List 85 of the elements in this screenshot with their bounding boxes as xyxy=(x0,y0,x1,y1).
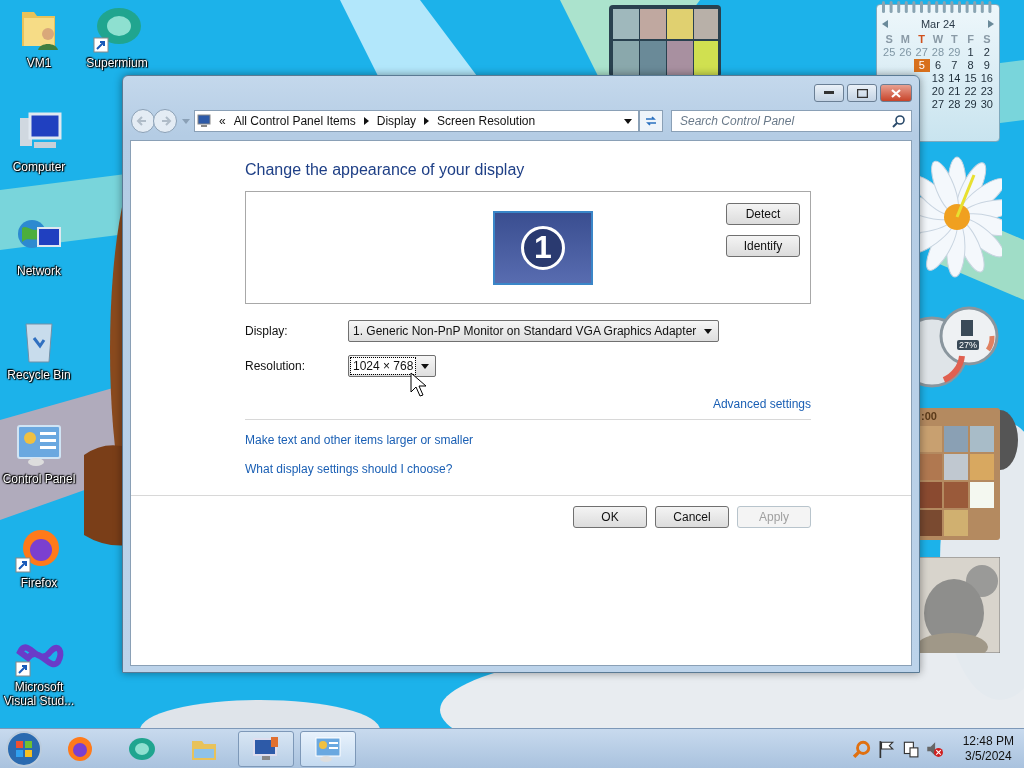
help-link[interactable]: Make text and other items larger or smaller xyxy=(245,433,474,447)
dialog-button[interactable]: OK xyxy=(573,506,647,528)
icon-label: Supermium xyxy=(86,56,148,70)
weekday-label: M xyxy=(899,33,911,46)
forward-button[interactable] xyxy=(152,108,178,134)
calendar-day[interactable]: 15 xyxy=(962,72,979,85)
refresh-icon xyxy=(644,114,658,128)
icon-label: Control Panel xyxy=(2,472,76,486)
dropdown-caret-icon xyxy=(704,328,713,334)
weekday-label: S xyxy=(982,33,992,46)
icon-label: Firefox xyxy=(20,576,58,590)
monitor-number: 1 xyxy=(521,225,565,270)
weekday-label: S xyxy=(884,33,894,46)
calendar-day[interactable]: 30 xyxy=(978,98,995,111)
maximize-button[interactable] xyxy=(847,84,877,102)
field-label: Resolution: xyxy=(245,359,307,373)
clock-time: 12:48 PM xyxy=(962,733,1014,749)
calendar-day[interactable]: 21 xyxy=(946,85,963,98)
calendar-day[interactable]: 16 xyxy=(978,72,995,85)
calendar-day[interactable]: 22 xyxy=(962,85,979,98)
calendar-day[interactable]: 29 xyxy=(962,98,979,111)
dropdown-caret-icon xyxy=(421,363,430,369)
maximize-icon xyxy=(856,88,868,98)
search-icon[interactable] xyxy=(892,114,906,128)
monitor-thumbnail[interactable]: 1 xyxy=(493,210,593,285)
preview-button[interactable]: Detect xyxy=(726,203,800,225)
address-bar[interactable]: « All Control Panel Items Display Screen Resolution xyxy=(194,110,639,132)
weekday-label: T xyxy=(917,33,927,46)
display-icon xyxy=(252,734,280,763)
breadcrumb[interactable]: Screen Resolution xyxy=(437,114,536,128)
minimize-icon xyxy=(824,91,834,95)
display-icon xyxy=(197,114,211,128)
search-field[interactable]: Search Control Panel xyxy=(671,110,912,132)
overflow-chevron[interactable]: « xyxy=(219,114,226,128)
calendar-day[interactable]: 1 xyxy=(962,46,979,59)
dropdown[interactable]: 1024 × 768 xyxy=(348,355,437,377)
back-button[interactable] xyxy=(130,108,156,134)
clock-date: 3/5/2024 xyxy=(964,748,1012,764)
calendar-day[interactable]: 7 xyxy=(946,59,963,72)
firefox-icon xyxy=(66,734,94,763)
calendar-day[interactable]: 23 xyxy=(978,85,995,98)
calendar-day[interactable]: 13 xyxy=(929,72,947,85)
advanced-settings-link[interactable]: Advanced settings xyxy=(712,397,811,411)
icon-label: Network xyxy=(17,264,61,278)
taskbar-button[interactable] xyxy=(300,730,356,767)
page-heading: Change the appearance of your display xyxy=(245,161,526,179)
close-icon xyxy=(891,88,901,98)
calendar-day[interactable]: 9 xyxy=(978,59,995,72)
mouse-cursor-icon xyxy=(410,372,428,398)
previous-month-icon[interactable] xyxy=(881,20,889,28)
dropdown[interactable]: 1. Generic Non-PnP Monitor on Standard VGA Graphics Adapter xyxy=(348,320,720,342)
icon-label: Recycle Bin xyxy=(7,368,71,382)
help-link[interactable]: What display settings should I choose? xyxy=(245,462,453,476)
weekday-label: T xyxy=(949,33,959,46)
calendar-day[interactable]: 14 xyxy=(946,72,963,85)
icon-label: Microsoft Visual Stud... xyxy=(2,680,76,708)
refresh-button[interactable] xyxy=(639,110,663,132)
taskbar-button[interactable] xyxy=(238,730,294,767)
minimize-button[interactable] xyxy=(814,84,844,102)
cpu-reading: 27% xyxy=(957,340,979,350)
calendar-day[interactable]: 20 xyxy=(929,85,947,98)
calendar-day[interactable]: 6 xyxy=(929,59,947,72)
close-button[interactable] xyxy=(880,84,912,102)
calendar-day[interactable]: 2 xyxy=(978,46,995,59)
weekday-label: F xyxy=(966,33,975,46)
dialog-button[interactable]: Cancel xyxy=(655,506,729,528)
weekday-label: W xyxy=(931,33,945,46)
preview-button[interactable]: Identify xyxy=(726,235,800,257)
start-button[interactable] xyxy=(4,728,44,768)
breadcrumb-separator-icon[interactable] xyxy=(424,117,430,125)
icon-label: VM1 xyxy=(26,56,52,70)
calendar-month: Mar 24 xyxy=(920,18,956,30)
clock[interactable]: 12:48 PM 3/5/2024 xyxy=(962,733,1014,764)
dropdown-caret-icon[interactable] xyxy=(624,118,632,124)
breadcrumb[interactable]: All Control Panel Items xyxy=(233,114,356,128)
puzzle-timer: :00 xyxy=(921,410,937,422)
calendar-day[interactable]: 27 xyxy=(929,98,947,111)
icon-label: Computer xyxy=(12,160,66,174)
calendar-day[interactable]: 28 xyxy=(946,98,963,111)
field-label: Display: xyxy=(245,324,289,338)
calendar-day[interactable]: 8 xyxy=(962,59,979,72)
control-panel-icon xyxy=(314,734,342,763)
breadcrumb-separator-icon[interactable] xyxy=(363,117,369,125)
next-month-icon[interactable] xyxy=(987,20,995,28)
breadcrumb[interactable]: Display xyxy=(376,114,417,128)
